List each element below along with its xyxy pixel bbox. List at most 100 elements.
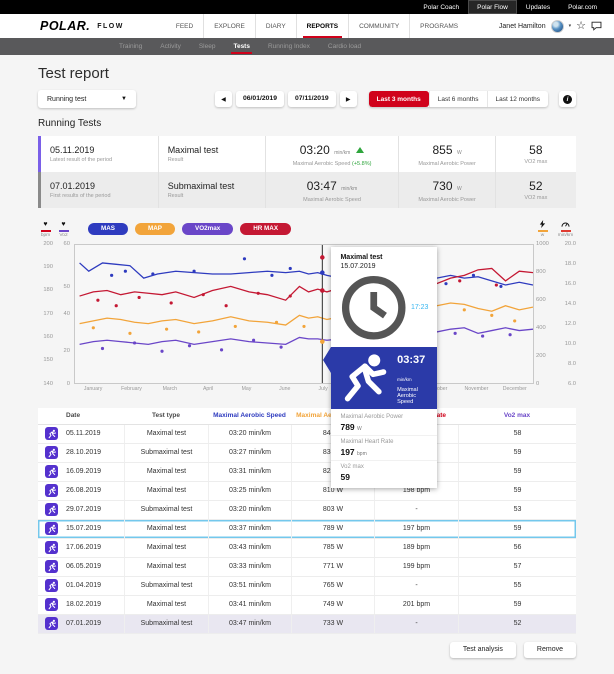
data-point[interactable] xyxy=(101,346,104,349)
subnav-item-sleep[interactable]: Sleep xyxy=(190,38,225,55)
data-point[interactable] xyxy=(463,308,466,311)
data-point[interactable] xyxy=(513,319,516,322)
legend-pill-map[interactable]: MAP xyxy=(135,223,175,235)
data-point[interactable] xyxy=(110,273,113,276)
data-point[interactable] xyxy=(481,334,484,337)
info-icon xyxy=(563,95,572,104)
legend-pill-vo2max[interactable]: VO2max xyxy=(182,223,233,235)
nav-item-feed[interactable]: FEED xyxy=(166,14,203,38)
data-point[interactable] xyxy=(92,326,95,329)
data-point[interactable] xyxy=(225,304,228,307)
sport-filter-dropdown[interactable]: Running test ▼ xyxy=(38,90,136,108)
data-point[interactable] xyxy=(275,320,278,323)
selected-data-point[interactable] xyxy=(320,270,325,275)
selected-data-point[interactable] xyxy=(320,255,325,260)
cell-power: 765 W xyxy=(291,577,374,595)
subnav-item-activity[interactable]: Activity xyxy=(151,38,190,55)
subnav-item-cardio-load[interactable]: Cardio load xyxy=(319,38,370,55)
user-menu-caret-icon[interactable]: ▾ xyxy=(569,23,572,29)
data-point[interactable] xyxy=(289,266,292,269)
cell-heart-rate: - xyxy=(374,577,458,595)
test-analysis-button[interactable]: Test analysis xyxy=(450,642,516,658)
summary-row-first: 07.01.2019 First results of the period S… xyxy=(38,172,576,208)
data-point[interactable] xyxy=(197,330,200,333)
table-row[interactable]: 01.04.2019Submaximal test03:51 min/km765… xyxy=(38,577,576,596)
table-row[interactable]: 28.10.2019Submaximal test03:27 min/km831… xyxy=(38,444,576,463)
data-point[interactable] xyxy=(444,282,447,285)
summary-power-caption: Maximal Aerobic Power xyxy=(418,197,475,203)
data-point[interactable] xyxy=(160,349,163,352)
data-point[interactable] xyxy=(270,273,273,276)
remove-button[interactable]: Remove xyxy=(524,642,576,658)
data-point[interactable] xyxy=(96,298,99,301)
topbar-link-polar-coach[interactable]: Polar Coach xyxy=(414,0,468,14)
subnav-item-training[interactable]: Training xyxy=(110,38,151,55)
data-point[interactable] xyxy=(188,344,191,347)
data-point[interactable] xyxy=(472,273,475,276)
data-point[interactable] xyxy=(202,293,205,296)
subnav-item-tests[interactable]: Tests xyxy=(224,38,259,55)
legend-pill-hr-max[interactable]: HR MAX xyxy=(240,223,291,235)
data-point[interactable] xyxy=(454,331,457,334)
running-test-icon xyxy=(45,579,58,592)
range-button-last-6-months[interactable]: Last 6 months xyxy=(429,91,487,107)
nav-item-diary[interactable]: DIARY xyxy=(255,14,296,38)
next-period-button[interactable]: ▶ xyxy=(340,91,357,107)
data-point[interactable] xyxy=(138,295,141,298)
selected-data-point[interactable] xyxy=(320,288,325,293)
data-point[interactable] xyxy=(495,283,498,286)
data-point[interactable] xyxy=(115,304,118,307)
table-row[interactable]: 17.06.2019Maximal test03:43 min/km785 W1… xyxy=(38,539,576,558)
data-point[interactable] xyxy=(124,269,127,272)
table-row[interactable]: 18.02.2019Maximal test03:41 min/km749 W2… xyxy=(38,596,576,615)
data-point[interactable] xyxy=(490,313,493,316)
legend-pill-mas[interactable]: MAS xyxy=(88,223,128,235)
data-point[interactable] xyxy=(243,257,246,260)
data-point[interactable] xyxy=(289,294,292,297)
table-row[interactable]: 06.05.2019Maximal test03:33 min/km771 W1… xyxy=(38,558,576,577)
table-row[interactable]: 05.11.2019Maximal test03:20 min/km840 W2… xyxy=(38,425,576,444)
polar-logo[interactable]: POLAR. xyxy=(40,19,90,33)
data-point[interactable] xyxy=(499,284,502,287)
topbar-link-polar-flow[interactable]: Polar Flow xyxy=(468,0,517,14)
favorites-star-icon[interactable]: ☆ xyxy=(576,21,586,32)
range-button-last-3-months[interactable]: Last 3 months xyxy=(369,91,429,107)
data-point[interactable] xyxy=(128,331,131,334)
cell-date: 01.04.2019 xyxy=(62,577,124,595)
data-point[interactable] xyxy=(458,279,461,282)
chart-plot-area[interactable]: Maximal test 15.07.2019 17:23 xyxy=(74,244,534,384)
nav-item-reports[interactable]: REPORTS xyxy=(296,14,348,38)
nav-item-programs[interactable]: PROGRAMS xyxy=(409,14,468,38)
data-point[interactable] xyxy=(252,338,255,341)
table-row[interactable]: 16.09.2019Maximal test03:31 min/km823 W1… xyxy=(38,463,576,482)
data-point[interactable] xyxy=(280,345,283,348)
data-point[interactable] xyxy=(192,269,195,272)
data-point[interactable] xyxy=(302,324,305,327)
table-row[interactable]: 29.07.2019Submaximal test03:20 min/km803… xyxy=(38,501,576,520)
prev-period-button[interactable]: ◀ xyxy=(215,91,232,107)
info-button[interactable] xyxy=(559,91,576,107)
data-point[interactable] xyxy=(133,341,136,344)
data-point[interactable] xyxy=(257,291,260,294)
data-point[interactable] xyxy=(165,327,168,330)
data-point[interactable] xyxy=(220,348,223,351)
data-point[interactable] xyxy=(151,272,154,275)
chat-icon[interactable] xyxy=(591,21,602,31)
date-to-field[interactable]: 07/11/2019 xyxy=(288,91,336,107)
nav-item-community[interactable]: COMMUNITY xyxy=(348,14,409,38)
user-name[interactable]: Janet Hamilton xyxy=(499,23,546,30)
data-point[interactable] xyxy=(234,324,237,327)
data-point[interactable] xyxy=(170,301,173,304)
table-row[interactable]: 07.01.2019Submaximal test03:47 min/km733… xyxy=(38,615,576,634)
range-button-last-12-months[interactable]: Last 12 months xyxy=(487,91,548,107)
date-from-field[interactable]: 06/01/2019 xyxy=(236,91,284,107)
avatar[interactable] xyxy=(551,20,564,33)
subnav-item-running-index[interactable]: Running Index xyxy=(259,38,319,55)
selected-data-point[interactable] xyxy=(320,339,325,344)
topbar-link-updates[interactable]: Updates xyxy=(517,0,559,14)
topbar-link-polar-com[interactable]: Polar.com xyxy=(559,0,606,14)
table-row[interactable]: 15.07.2019Maximal test03:37 min/km789 W1… xyxy=(38,520,576,539)
table-row[interactable]: 26.08.2019Maximal test03:25 min/km810 W1… xyxy=(38,482,576,501)
data-point[interactable] xyxy=(509,333,512,336)
nav-item-explore[interactable]: EXPLORE xyxy=(203,14,255,38)
